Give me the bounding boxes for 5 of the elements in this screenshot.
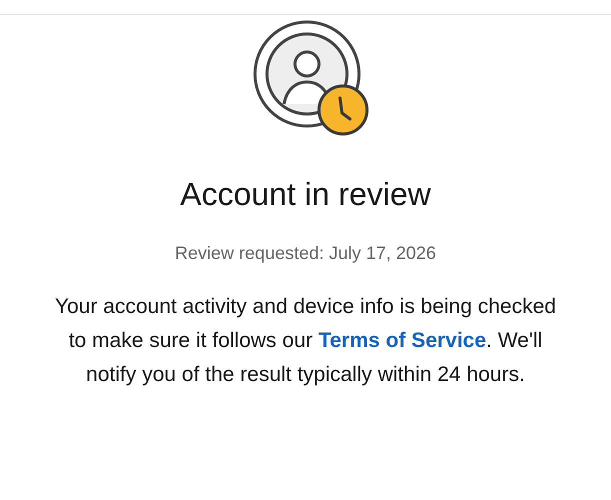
review-message: Your account activity and device info is being checked to make sure it follows our Terms of Service. We'll notify you of the result typically within 24 hours. <box>54 294 558 388</box>
review-date: Review requested: July 17, 2026 <box>174 243 436 264</box>
page-title: Account in review <box>180 176 431 213</box>
terms-link[interactable]: Terms of Service <box>318 329 486 352</box>
account-clock-icon <box>250 18 370 138</box>
